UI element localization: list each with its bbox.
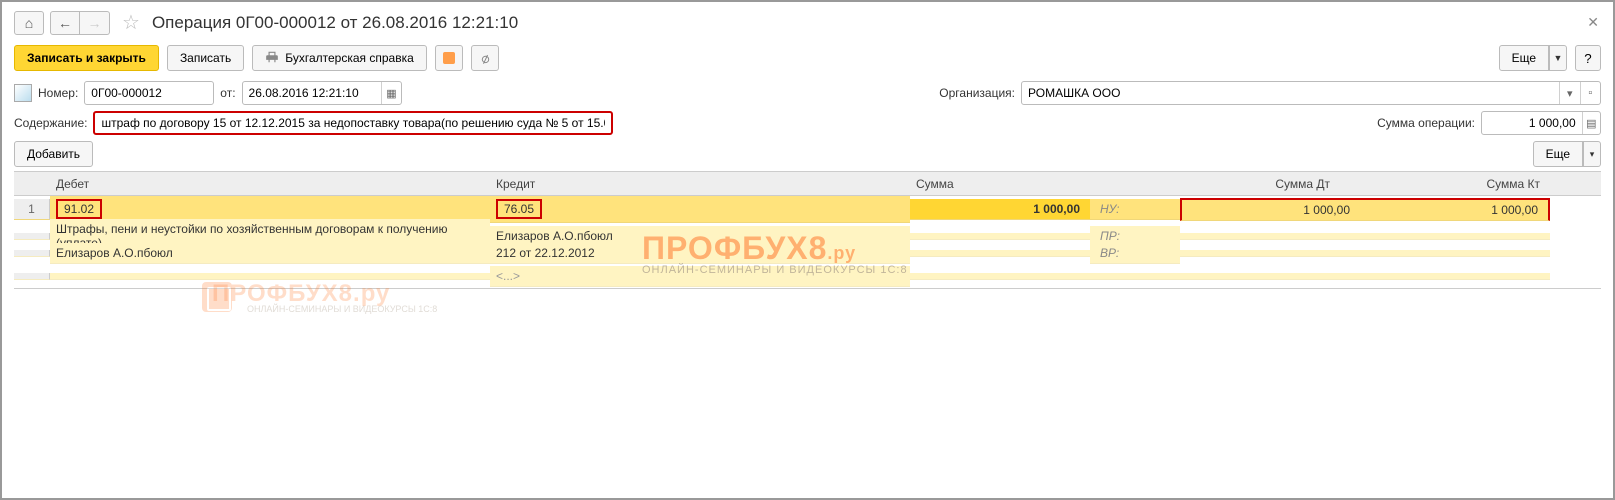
save-close-button[interactable]: Записать и закрыть bbox=[14, 45, 159, 71]
credit-account[interactable]: 76.05 bbox=[496, 199, 542, 219]
date-label: от: bbox=[220, 86, 235, 100]
col-credit: Кредит bbox=[490, 173, 910, 195]
tile-icon-button[interactable] bbox=[435, 45, 463, 71]
calculator-icon[interactable]: ▤ bbox=[1582, 112, 1600, 134]
col-sum-kt: Сумма Кт bbox=[1360, 173, 1550, 195]
row-type-nu: НУ: bbox=[1090, 199, 1180, 220]
debit-account[interactable]: 91.02 bbox=[56, 199, 102, 219]
content-input[interactable] bbox=[95, 113, 611, 133]
row-sum: 1 000,00 bbox=[910, 199, 1090, 220]
favorite-star-icon[interactable]: ☆ bbox=[122, 10, 140, 35]
table-more-button[interactable]: Еще bbox=[1533, 141, 1583, 167]
number-field[interactable] bbox=[84, 81, 214, 105]
home-button[interactable]: ⌂ bbox=[14, 11, 44, 35]
row-number: 1 bbox=[14, 199, 50, 220]
entries-table: Дебет Кредит Сумма Сумма Дт Сумма Кт 1 9… bbox=[14, 171, 1601, 289]
col-sum: Сумма bbox=[910, 173, 1090, 195]
accounting-reference-button[interactable]: Бухгалтерская справка bbox=[252, 45, 427, 71]
number-label: Номер: bbox=[38, 86, 78, 100]
forward-button[interactable]: → bbox=[80, 11, 110, 35]
content-label: Содержание: bbox=[14, 116, 87, 130]
more-chevron-icon[interactable]: ▼ bbox=[1549, 45, 1567, 71]
table-more-chevron-icon[interactable]: ▾ bbox=[1583, 141, 1601, 167]
sum-label: Сумма операции: bbox=[1377, 116, 1475, 130]
watermark-secondary-subtitle: ОНЛАЙН-СЕМИНАРЫ И ВИДЕОКУРСЫ 1С:8 bbox=[247, 304, 437, 314]
sum-field[interactable]: ▤ bbox=[1481, 111, 1601, 135]
table-row[interactable]: Елизаров А.О.пбоюл 212 от 22.12.2012 ВР: bbox=[14, 242, 1601, 265]
row-type-vr: ВР: bbox=[1090, 243, 1180, 264]
content-field[interactable] bbox=[93, 111, 613, 135]
table-row[interactable]: <...> bbox=[14, 265, 1601, 288]
col-debit: Дебет bbox=[50, 173, 490, 195]
accounting-reference-label: Бухгалтерская справка bbox=[285, 51, 414, 65]
debit-subconto-2[interactable]: Елизаров А.О.пбоюл bbox=[50, 243, 490, 264]
printer-icon bbox=[265, 50, 279, 67]
row-sum-dt: 1 000,00 bbox=[1180, 198, 1360, 221]
org-field[interactable]: ▾ ▫ bbox=[1021, 81, 1601, 105]
page-title: Операция 0Г00-000012 от 26.08.2016 12:21… bbox=[152, 13, 518, 33]
save-button[interactable]: Записать bbox=[167, 45, 244, 71]
close-icon[interactable]: ✕ bbox=[1587, 14, 1599, 31]
col-sum-dt: Сумма Дт bbox=[1180, 173, 1360, 195]
org-select-chevron-icon[interactable]: ▾ bbox=[1559, 82, 1579, 104]
org-open-icon[interactable]: ▫ bbox=[1580, 82, 1600, 104]
calendar-icon[interactable]: ▦ bbox=[381, 82, 400, 104]
tile-icon bbox=[443, 52, 455, 64]
note-icon bbox=[14, 84, 32, 102]
date-input[interactable] bbox=[243, 82, 382, 104]
credit-subconto-2[interactable]: 212 от 22.12.2012 bbox=[490, 243, 910, 264]
row-sum-kt: 1 000,00 bbox=[1360, 198, 1550, 221]
sum-input[interactable] bbox=[1482, 112, 1582, 134]
paperclip-icon: ⌀ bbox=[478, 49, 492, 68]
org-label: Организация: bbox=[939, 86, 1015, 100]
credit-subconto-3[interactable]: <...> bbox=[490, 266, 910, 287]
org-input[interactable] bbox=[1022, 82, 1559, 104]
help-button[interactable]: ? bbox=[1575, 45, 1601, 71]
table-row[interactable]: 1 91.02 76.05 1 000,00 НУ: 1 000,00 1 00… bbox=[14, 196, 1601, 219]
number-input[interactable] bbox=[85, 82, 213, 104]
date-field[interactable]: ▦ bbox=[242, 81, 402, 105]
attach-button[interactable]: ⌀ bbox=[471, 45, 499, 71]
back-button[interactable]: ← bbox=[50, 11, 80, 35]
more-button[interactable]: Еще bbox=[1499, 45, 1549, 71]
add-row-button[interactable]: Добавить bbox=[14, 141, 93, 167]
